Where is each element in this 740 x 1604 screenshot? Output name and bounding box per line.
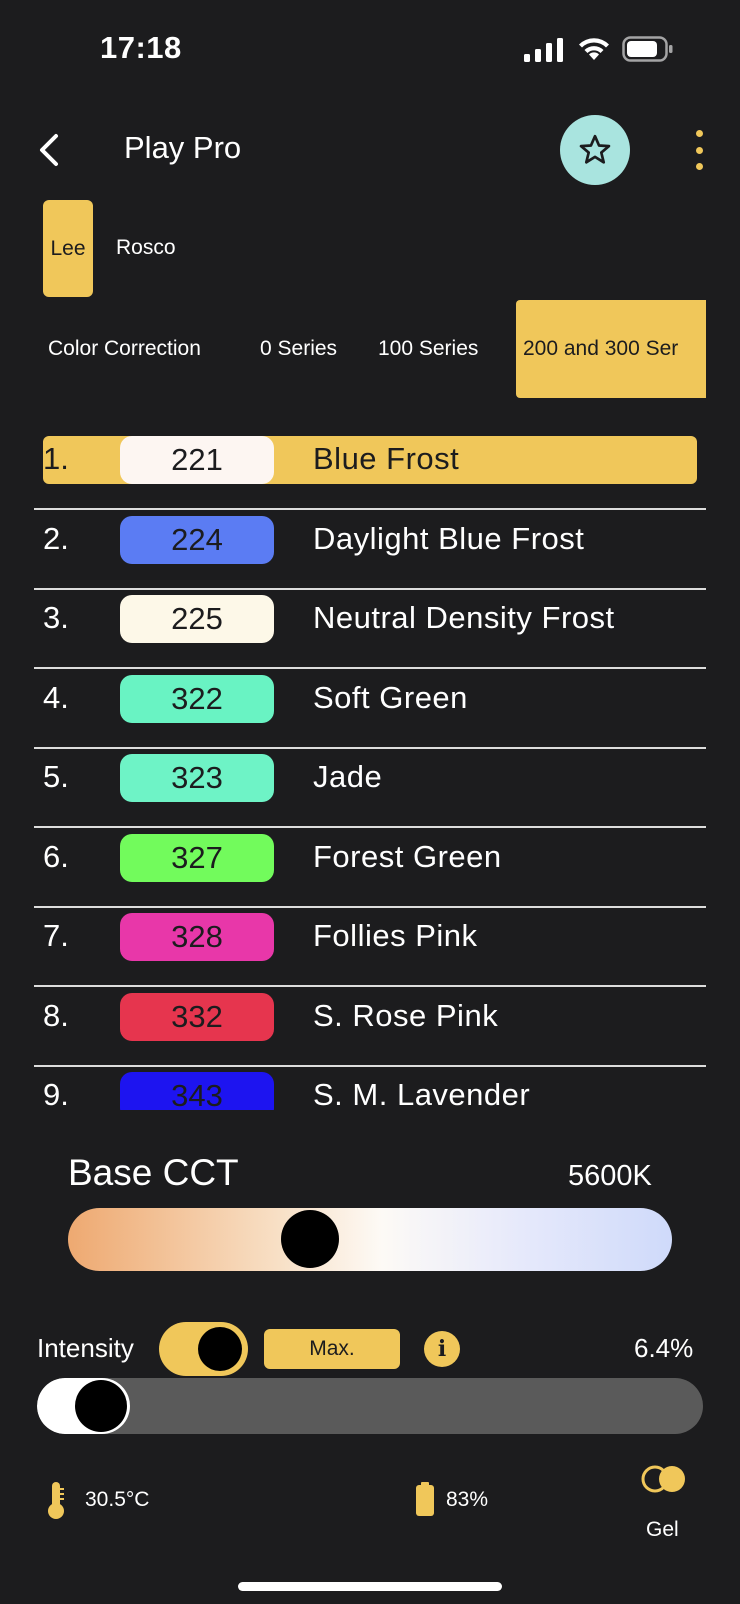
gel-color-chip: 323 (120, 754, 274, 802)
gel-name: Forest Green (313, 838, 502, 874)
gel-toggle-icon[interactable] (640, 1464, 688, 1494)
favorite-button[interactable] (560, 115, 630, 185)
more-dot-icon (695, 163, 703, 170)
more-options-button[interactable] (688, 130, 710, 170)
brand-tab-lee[interactable]: Lee (43, 200, 93, 297)
base-cct-value: 5600K (568, 1160, 652, 1192)
gel-row[interactable]: 8. 332 S. Rose Pink (34, 988, 706, 1067)
gel-name: Neutral Density Frost (313, 600, 615, 635)
gel-row[interactable]: 3. 225 Neutral Density Frost (34, 590, 706, 669)
brand-tab-rosco[interactable]: Rosco (116, 236, 176, 260)
gel-name: Soft Green (313, 679, 468, 715)
gel-name: Follies Pink (313, 918, 478, 953)
gel-index: 8. (43, 997, 69, 1033)
thermometer-icon (48, 1482, 64, 1519)
temperature-value: 30.5°C (85, 1488, 150, 1511)
gel-color-chip: 332 (120, 992, 274, 1041)
gel-color-chip: 343 (120, 1072, 274, 1110)
gel-name: S. Rose Pink (313, 997, 499, 1033)
gel-label[interactable]: Gel (646, 1518, 679, 1542)
intensity-label: Intensity (37, 1333, 134, 1363)
gel-index: 5. (43, 759, 69, 794)
gel-index: 2. (43, 520, 69, 556)
gel-name: Daylight Blue Frost (313, 520, 585, 556)
wifi-icon (579, 38, 609, 60)
info-icon[interactable]: i (424, 1331, 460, 1367)
gel-row[interactable]: 7. 328 Follies Pink (34, 908, 706, 987)
signal-icon (524, 38, 563, 62)
cct-slider-track[interactable] (68, 1208, 672, 1271)
gel-color-chip: 225 (120, 595, 274, 643)
intensity-toggle-knob[interactable] (198, 1327, 242, 1371)
gel-color-chip: 327 (120, 833, 274, 882)
intensity-value: 6.4% (634, 1333, 694, 1363)
star-icon (579, 134, 611, 164)
series-tab-100-series[interactable]: 100 Series (378, 300, 478, 398)
series-tab-200-300-series[interactable]: 200 and 300 Ser (516, 300, 706, 398)
gel-row[interactable]: 6. 327 Forest Green (34, 829, 706, 908)
gel-color-chip: 322 (120, 674, 274, 723)
cct-slider-thumb[interactable] (281, 1210, 339, 1268)
gel-row[interactable]: 9. 343 S. M. Lavender (34, 1067, 706, 1110)
more-dot-icon (695, 146, 703, 154)
gel-row[interactable]: 1. 221 Blue Frost (34, 431, 706, 510)
series-tab-color-correction[interactable]: Color Correction (48, 300, 201, 398)
page-title: Play Pro (124, 130, 242, 165)
gel-index: 7. (43, 918, 69, 953)
series-tabs[interactable]: Color Correction 0 Series 100 Series 200… (40, 300, 706, 400)
gel-color-chip: 328 (120, 913, 274, 961)
battery-value: 83% (446, 1488, 489, 1511)
gel-row[interactable]: 4. 322 Soft Green (34, 670, 706, 749)
base-cct-label: Base CCT (68, 1152, 239, 1193)
gel-color-chip: 224 (120, 515, 274, 564)
gel-index: 6. (43, 838, 69, 874)
gel-name: S. M. Lavender (313, 1077, 531, 1110)
gel-index: 3. (43, 600, 69, 635)
intensity-slider-thumb[interactable] (75, 1380, 127, 1432)
more-dot-icon (695, 130, 703, 137)
status-time: 17:18 (100, 30, 182, 65)
gel-name: Blue Frost (313, 441, 460, 476)
battery-icon (416, 1482, 434, 1516)
back-chevron-icon[interactable] (34, 130, 64, 170)
gel-index: 1. (43, 441, 69, 476)
gel-list[interactable]: 1. 221 Blue Frost 2. 224 Daylight Blue Frost 3… (34, 431, 706, 1110)
series-tab-0-series[interactable]: 0 Series (260, 300, 337, 398)
gel-index: 9. (43, 1077, 69, 1110)
intensity-slider-track[interactable] (37, 1378, 703, 1434)
gel-row[interactable]: 5. 323 Jade (34, 749, 706, 828)
max-button[interactable]: Max. (264, 1329, 400, 1369)
home-indicator[interactable] (238, 1582, 502, 1591)
gel-name: Jade (313, 759, 383, 794)
screen: 17:18 Play Pro Lee Rosco Color Correctio… (0, 0, 740, 1604)
gel-row[interactable]: 2. 224 Daylight Blue Frost (34, 511, 706, 590)
gel-index: 4. (43, 679, 69, 715)
battery-status-icon (622, 36, 673, 62)
gel-color-chip: 221 (120, 436, 274, 484)
